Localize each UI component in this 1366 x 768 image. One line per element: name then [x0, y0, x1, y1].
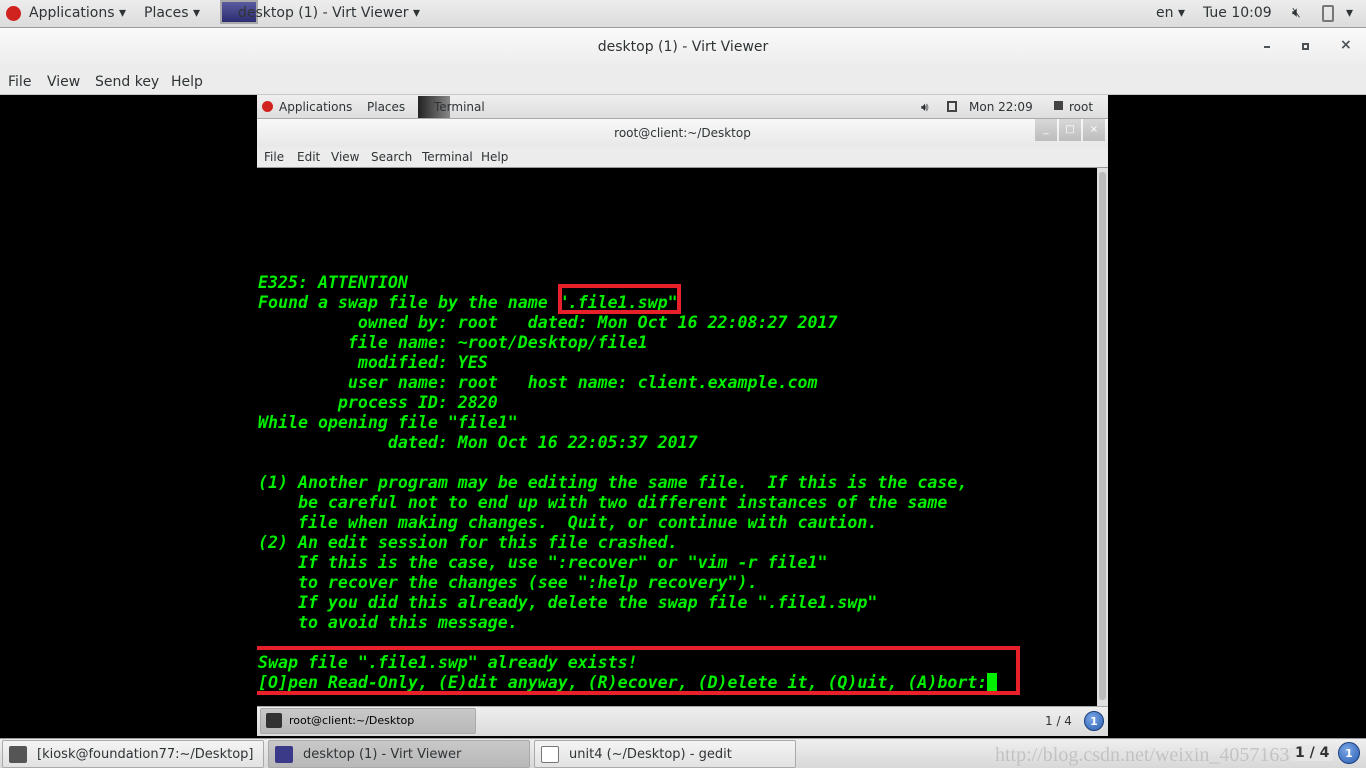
guest-app-menu[interactable]: Terminal — [434, 100, 485, 114]
terminal-line: (1) Another program may be editing the s… — [258, 473, 968, 492]
terminal-line: file name: ~root/Desktop/file1 — [258, 333, 648, 352]
user-icon — [1054, 101, 1063, 110]
task-label: desktop (1) - Virt Viewer — [303, 747, 462, 762]
applications-label: Applications — [29, 5, 115, 21]
window-menu[interactable]: desktop (1) - Virt Viewer ▾ — [238, 5, 420, 21]
terminal-menu-search[interactable]: Search — [371, 150, 412, 164]
host-top-bar: Applications ▾ Places ▾ desktop (1) - Vi… — [0, 0, 1366, 28]
terminal-minimize-button[interactable]: _ — [1035, 119, 1057, 141]
terminal-menu-edit[interactable]: Edit — [297, 150, 320, 164]
guest-applications-menu[interactable]: Applications — [279, 100, 352, 114]
terminal-title: root@client:~/Desktop — [614, 126, 751, 140]
watermark: http://blog.csdn.net/weixin_40571637 — [995, 744, 1300, 766]
places-menu[interactable]: Places ▾ — [144, 5, 200, 21]
guest-task-label: root@client:~/Desktop — [289, 714, 415, 727]
terminal-line: to avoid this message. — [258, 613, 518, 632]
terminal-icon — [266, 713, 282, 728]
virt-viewer-titlebar: desktop (1) - Virt Viewer × — [0, 28, 1366, 68]
guest-places-menu[interactable]: Places — [367, 100, 405, 114]
task-gedit[interactable]: unit4 (~/Desktop) - gedit — [534, 740, 796, 768]
menu-help[interactable]: Help — [171, 74, 203, 90]
terminal-line: to recover the changes (see ":help recov… — [258, 573, 758, 592]
window-title: desktop (1) - Virt Viewer — [597, 39, 769, 55]
host-pager[interactable]: 1 / 4 — [1291, 745, 1334, 761]
guest-notification-badge[interactable]: 1 — [1084, 711, 1104, 731]
terminal-icon — [9, 746, 27, 763]
language-menu[interactable]: en ▾ — [1156, 5, 1185, 21]
terminal-output[interactable]: E325: ATTENTION Found a swap file by the … — [257, 168, 1097, 706]
lang-label: en — [1156, 5, 1174, 21]
terminal-line: (2) An edit session for this file crashe… — [258, 533, 678, 552]
guest-task-terminal[interactable]: root@client:~/Desktop — [260, 708, 476, 734]
guest-clock[interactable]: Mon 22:09 — [969, 100, 1033, 114]
terminal-close-button[interactable]: × — [1083, 119, 1105, 141]
terminal-line: owned by: root dated: Mon Oct 16 22:08:2… — [258, 313, 838, 332]
task-virt-viewer[interactable]: desktop (1) - Virt Viewer — [268, 740, 530, 768]
window-menu-label: desktop (1) - Virt Viewer — [238, 5, 409, 21]
scrollbar-thumb[interactable] — [1099, 172, 1106, 700]
task-kiosk-terminal[interactable]: [kiosk@foundation77:~/Desktop] — [2, 740, 264, 768]
redhat-icon — [6, 6, 21, 21]
minimize-button[interactable] — [1264, 46, 1270, 48]
volume-muted-icon[interactable]: 🔇︎ — [1292, 5, 1301, 21]
clock[interactable]: Tue 10:09 — [1203, 5, 1272, 21]
terminal-menu-view[interactable]: View — [331, 150, 359, 164]
task-label: unit4 (~/Desktop) - gedit — [569, 747, 732, 762]
terminal-menubar: File Edit View Search Terminal Help — [257, 147, 1108, 168]
prompt-highlight — [257, 646, 1020, 695]
terminal-line: process ID: 2820 — [258, 393, 498, 412]
terminal-lines: E325: ATTENTION Found a swap file by the … — [258, 273, 998, 693]
guest-pager[interactable]: 1 / 4 — [1045, 714, 1072, 728]
battery-icon[interactable] — [1322, 5, 1334, 22]
menu-view[interactable]: View — [47, 74, 80, 90]
redhat-icon — [262, 101, 273, 112]
terminal-scrollbar[interactable] — [1097, 168, 1108, 706]
guest-display[interactable]: Applications Places Terminal 🔊︎ Mon 22:0… — [257, 95, 1108, 738]
guest-top-bar: Applications Places Terminal 🔊︎ Mon 22:0… — [257, 95, 1108, 119]
terminal-line: user name: root host name: client.exampl… — [258, 373, 818, 392]
terminal-menu-terminal[interactable]: Terminal — [422, 150, 473, 164]
close-button[interactable]: × — [1340, 37, 1352, 53]
menu-send-key[interactable]: Send key — [95, 74, 159, 90]
swap-filename-highlight — [558, 284, 681, 314]
maximize-button[interactable] — [1302, 43, 1309, 50]
guest-taskbar: root@client:~/Desktop 1 / 4 1 — [257, 706, 1108, 736]
terminal-line: While opening file "file1" — [258, 413, 518, 432]
terminal-maximize-button[interactable]: □ — [1059, 119, 1081, 141]
terminal-line: modified: YES — [258, 353, 488, 372]
applications-menu[interactable]: Applications ▾ — [29, 5, 126, 21]
terminal-line: If you did this already, delete the swap… — [258, 593, 878, 612]
terminal-line: be careful not to end up with two differ… — [258, 493, 948, 512]
terminal-titlebar: root@client:~/Desktop _ □ × — [257, 119, 1108, 147]
volume-icon[interactable]: 🔊︎ — [921, 100, 929, 115]
host-taskbar: [kiosk@foundation77:~/Desktop] desktop (… — [0, 738, 1366, 768]
host-notification-badge[interactable]: 1 — [1338, 742, 1360, 764]
network-icon[interactable] — [947, 101, 957, 112]
places-label: Places — [144, 5, 189, 21]
terminal-line: If this is the case, use ":recover" or "… — [258, 553, 828, 572]
terminal-line: dated: Mon Oct 16 22:05:37 2017 — [258, 433, 698, 452]
text-editor-icon — [541, 746, 559, 763]
virt-viewer-menubar: File View Send key Help — [0, 68, 1366, 95]
task-label: [kiosk@foundation77:~/Desktop] — [37, 747, 254, 762]
menu-file[interactable]: File — [8, 74, 31, 90]
system-menu-arrow-icon[interactable]: ▾ — [1346, 5, 1353, 21]
terminal-line: file when making changes. Quit, or conti… — [258, 513, 878, 532]
terminal-menu-file[interactable]: File — [264, 150, 284, 164]
guest-user-menu[interactable]: root — [1069, 100, 1093, 114]
monitor-icon — [275, 746, 293, 763]
terminal-menu-help[interactable]: Help — [481, 150, 508, 164]
